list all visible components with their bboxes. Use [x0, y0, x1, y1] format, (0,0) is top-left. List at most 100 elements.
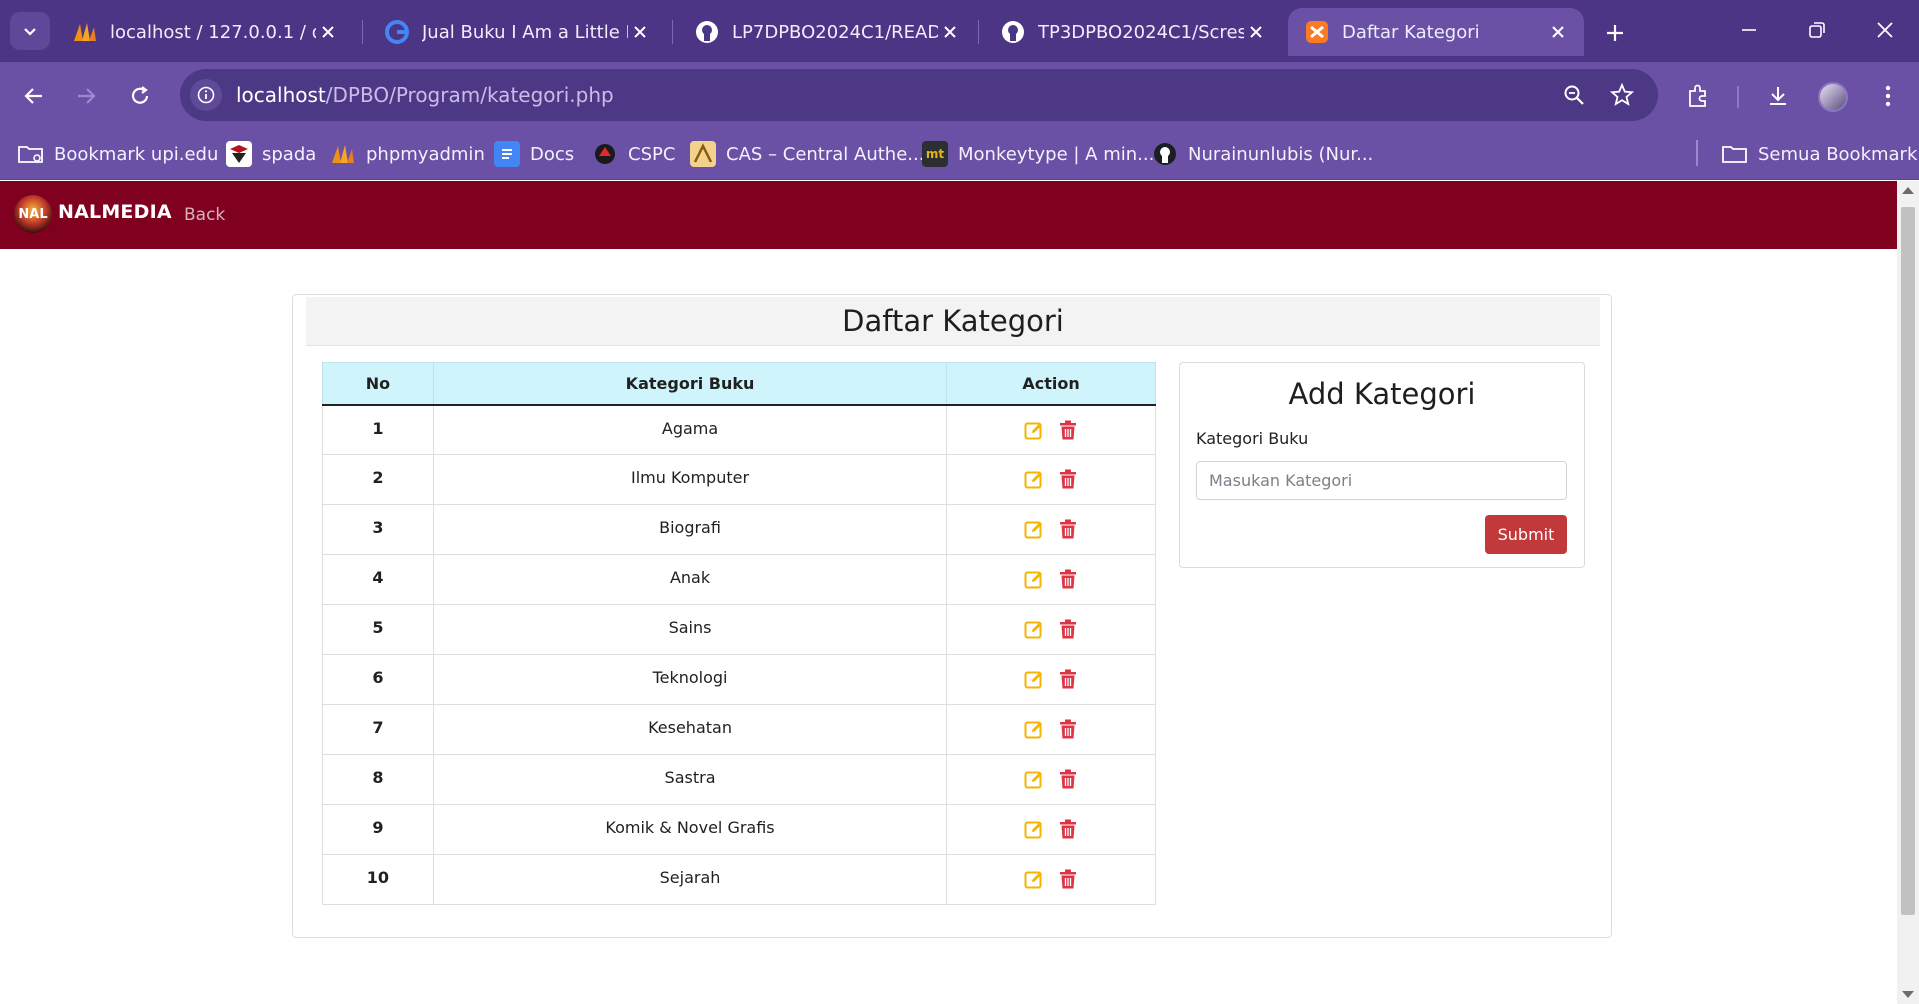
close-icon[interactable] — [628, 20, 652, 44]
row-kategori: Kesehatan — [432, 704, 948, 755]
bookmark-label: CSPC — [628, 143, 676, 165]
all-bookmarks-folder[interactable]: Semua Bookmark — [1722, 138, 1917, 170]
bookmark-cspc[interactable]: CSPC — [592, 138, 675, 170]
spada-icon — [226, 141, 252, 167]
trash-icon[interactable] — [1058, 718, 1078, 740]
trash-icon[interactable] — [1058, 568, 1078, 590]
kategori-table: No Kategori Buku Action 1 Agama 2 Ilmu Komp… — [322, 362, 1156, 905]
back-button[interactable] — [14, 76, 54, 116]
close-icon — [1877, 22, 1893, 38]
kategori-input[interactable] — [1196, 461, 1567, 500]
bookmark-github-nurainunlubis[interactable]: Nurainunlubis (Nur... — [1152, 138, 1373, 170]
close-icon[interactable] — [316, 20, 340, 44]
trash-icon[interactable] — [1058, 468, 1078, 490]
arrow-left-icon — [24, 88, 42, 104]
trash-icon[interactable] — [1058, 419, 1078, 441]
edit-icon[interactable] — [1024, 768, 1044, 790]
edit-icon[interactable] — [1024, 568, 1044, 590]
row-kategori: Biografi — [432, 504, 948, 555]
submit-button[interactable]: Submit — [1485, 515, 1567, 554]
table-row: 4 Anak — [322, 554, 1156, 605]
restore-icon — [1809, 22, 1825, 38]
back-link[interactable]: Back — [184, 205, 225, 225]
edit-icon[interactable] — [1024, 518, 1044, 540]
edit-icon[interactable] — [1024, 468, 1044, 490]
row-actions — [946, 804, 1156, 855]
arrow-right-icon — [78, 88, 96, 104]
plus-icon — [1607, 25, 1623, 41]
page-title: Daftar Kategori — [306, 297, 1600, 346]
trash-icon[interactable] — [1058, 618, 1078, 640]
new-tab-button[interactable] — [1598, 16, 1632, 50]
bookmark-label: spada — [262, 143, 317, 165]
trash-icon[interactable] — [1058, 768, 1078, 790]
row-kategori: Komik & Novel Grafis — [432, 804, 948, 855]
close-icon[interactable] — [1244, 20, 1268, 44]
bookmark-phpmyadmin[interactable]: phpmyadmin — [330, 138, 485, 170]
bookmark-label: Nurainunlubis (Nur... — [1188, 143, 1374, 165]
column-header-kategori: Kategori Buku — [432, 362, 948, 406]
row-number: 9 — [322, 804, 434, 855]
monkeytype-icon: mt — [922, 141, 948, 167]
tab-daftar-kategori[interactable]: Daftar Kategori — [1288, 8, 1584, 56]
edit-icon[interactable] — [1024, 419, 1044, 441]
tab-title: TP3DPBO2024C1/Scresh — [1038, 21, 1244, 43]
github-icon — [1152, 141, 1178, 167]
url-text: localhost/DPBO/Program/kategori.php — [236, 69, 614, 121]
download-icon[interactable] — [1762, 80, 1794, 112]
row-number: 1 — [322, 404, 434, 455]
edit-icon[interactable] — [1024, 718, 1044, 740]
trash-icon[interactable] — [1058, 868, 1078, 890]
bookmark-spada[interactable]: spada — [226, 138, 316, 170]
close-window-button[interactable] — [1860, 12, 1910, 48]
forward-button[interactable] — [66, 76, 106, 116]
bookmark-monkeytype[interactable]: mt Monkeytype | A min... — [922, 138, 1154, 170]
tab-title: Jual Buku I Am a Little Ba — [422, 21, 628, 43]
edit-icon[interactable] — [1024, 868, 1044, 890]
bookmark-folder-upi[interactable]: Bookmark upi.edu — [18, 138, 218, 170]
bookmark-star-icon[interactable] — [1608, 81, 1636, 109]
tab-github-lp7[interactable]: LP7DPBO2024C1/READM — [678, 8, 976, 56]
scroll-down-arrow[interactable] — [1902, 991, 1914, 998]
phpmyadmin-icon — [72, 19, 98, 45]
minimize-button[interactable] — [1724, 12, 1774, 48]
scroll-up-arrow[interactable] — [1902, 187, 1914, 194]
zoom-icon[interactable] — [1560, 81, 1588, 109]
row-actions — [946, 654, 1156, 705]
reload-button[interactable] — [120, 76, 160, 116]
edit-icon[interactable] — [1024, 668, 1044, 690]
trash-icon[interactable] — [1058, 668, 1078, 690]
edit-icon[interactable] — [1024, 818, 1044, 840]
tab-github-tp3[interactable]: TP3DPBO2024C1/Scresh — [984, 8, 1282, 56]
table-row: 3 Biografi — [322, 504, 1156, 555]
table-row: 7 Kesehatan — [322, 704, 1156, 755]
page-scrollbar[interactable] — [1897, 181, 1919, 1004]
row-kategori: Agama — [432, 404, 948, 455]
restore-button[interactable] — [1792, 12, 1842, 48]
row-actions — [946, 854, 1156, 905]
add-kategori-form: Add Kategori Kategori Buku Submit — [1179, 362, 1585, 568]
row-kategori: Sejarah — [432, 854, 948, 905]
phpmyadmin-icon — [330, 141, 356, 167]
close-icon[interactable] — [1546, 20, 1570, 44]
brand[interactable]: NAL NALMEDIA — [14, 195, 172, 233]
chevron-down-icon — [24, 28, 36, 36]
row-actions — [946, 754, 1156, 805]
profile-avatar[interactable] — [1818, 82, 1848, 112]
scrollbar-thumb[interactable] — [1901, 207, 1915, 915]
address-bar[interactable]: localhost/DPBO/Program/kategori.php — [180, 69, 1658, 121]
extensions-icon[interactable] — [1682, 80, 1714, 112]
close-icon[interactable] — [938, 20, 962, 44]
bookmark-cas[interactable]: CAS – Central Authe... — [690, 138, 924, 170]
site-info-icon[interactable] — [190, 79, 222, 111]
tab-phpmyadmin[interactable]: localhost / 127.0.0.1 / db — [56, 8, 354, 56]
trash-icon[interactable] — [1058, 518, 1078, 540]
kebab-menu-icon[interactable] — [1872, 80, 1904, 112]
bookmark-docs[interactable]: Docs — [494, 138, 574, 170]
table-row: 10 Sejarah — [322, 854, 1156, 905]
tab-jual-buku[interactable]: Jual Buku I Am a Little Ba — [368, 8, 666, 56]
trash-icon[interactable] — [1058, 818, 1078, 840]
edit-icon[interactable] — [1024, 618, 1044, 640]
docs-icon — [494, 141, 520, 167]
tab-search-button[interactable] — [10, 12, 50, 50]
